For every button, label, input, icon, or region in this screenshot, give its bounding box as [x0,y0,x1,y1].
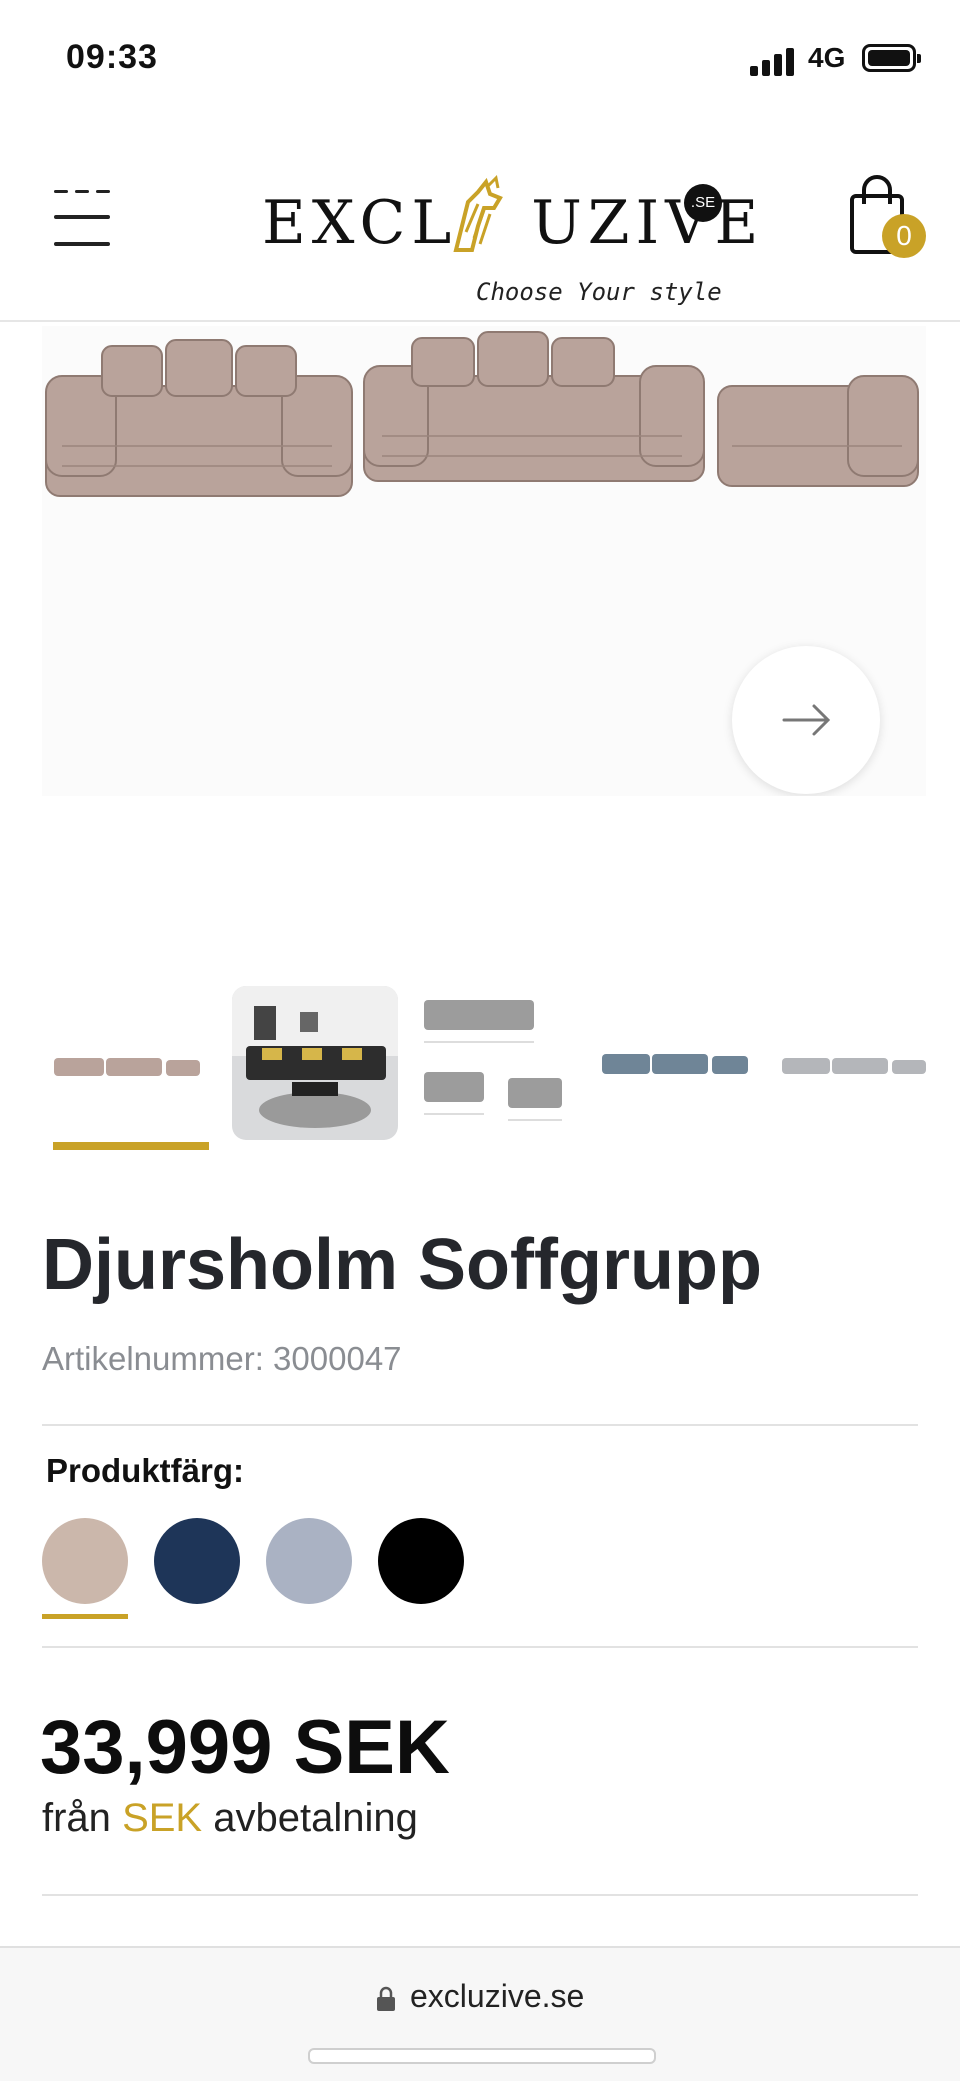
installment-text: från SEK avbetalning [42,1796,418,1841]
thumbnail-3[interactable] [410,986,576,1140]
cart-button[interactable]: 0 [848,172,932,272]
lock-icon [377,1986,395,2011]
arrow-right-icon [782,704,831,736]
thumbnail-image [232,986,398,1140]
thumbnail-strip [42,986,926,1156]
status-time: 09:33 [66,38,158,76]
battery-icon [862,44,921,72]
gallery-next-button[interactable] [732,646,880,794]
selected-swatch-indicator [42,1614,128,1619]
product-sku: Artikelnummer: 3000047 [42,1340,402,1377]
thumbnail-image [782,1058,926,1074]
thumbnail-4[interactable] [590,986,756,1140]
home-indicator[interactable] [308,2048,656,2064]
product-image-gallery[interactable] [42,326,926,796]
installment-currency: SEK [122,1796,203,1840]
hamburger-menu-icon[interactable] [54,190,110,250]
thumbnail-image [602,1054,748,1074]
horse-logo-icon [453,174,503,252]
installment-prefix: från [42,1796,111,1840]
color-label: Produktfärg: [46,1452,244,1489]
product-title: Djursholm Soffgrupp [42,1225,762,1305]
divider [42,1646,918,1648]
cart-count-badge: 0 [882,214,926,258]
browser-address-bar[interactable]: excluzive.se [0,1946,960,2081]
active-thumbnail-indicator [53,1142,209,1150]
signal-icon [750,46,800,76]
thumbnail-2[interactable] [232,986,398,1140]
thumbnail-1[interactable] [42,986,208,1140]
color-swatch-light-gray[interactable] [266,1518,352,1604]
divider [42,1894,918,1896]
thumbnail-image [54,1058,200,1076]
network-type: 4G [808,42,846,73]
color-swatch-beige[interactable] [42,1518,128,1604]
color-swatch-navy[interactable] [154,1518,240,1604]
url-text: excluzive.se [410,1978,585,2014]
product-price: 33,999 SEK [40,1705,450,1790]
installment-suffix: avbetalning [213,1796,418,1840]
site-logo[interactable]: EXCL​ UZIVE .SE Choose Your style [262,168,758,306]
site-header: EXCL​ UZIVE .SE Choose Your style 0 [0,120,960,322]
logo-domain-badge: .SE [684,184,722,222]
divider [42,1424,918,1426]
thumbnail-image [424,1000,562,1121]
thumbnail-5[interactable] [770,986,936,1140]
status-bar: 09:33 4G [0,0,960,120]
color-swatch-black[interactable] [378,1518,464,1604]
logo-tagline: Choose Your style [476,278,722,306]
